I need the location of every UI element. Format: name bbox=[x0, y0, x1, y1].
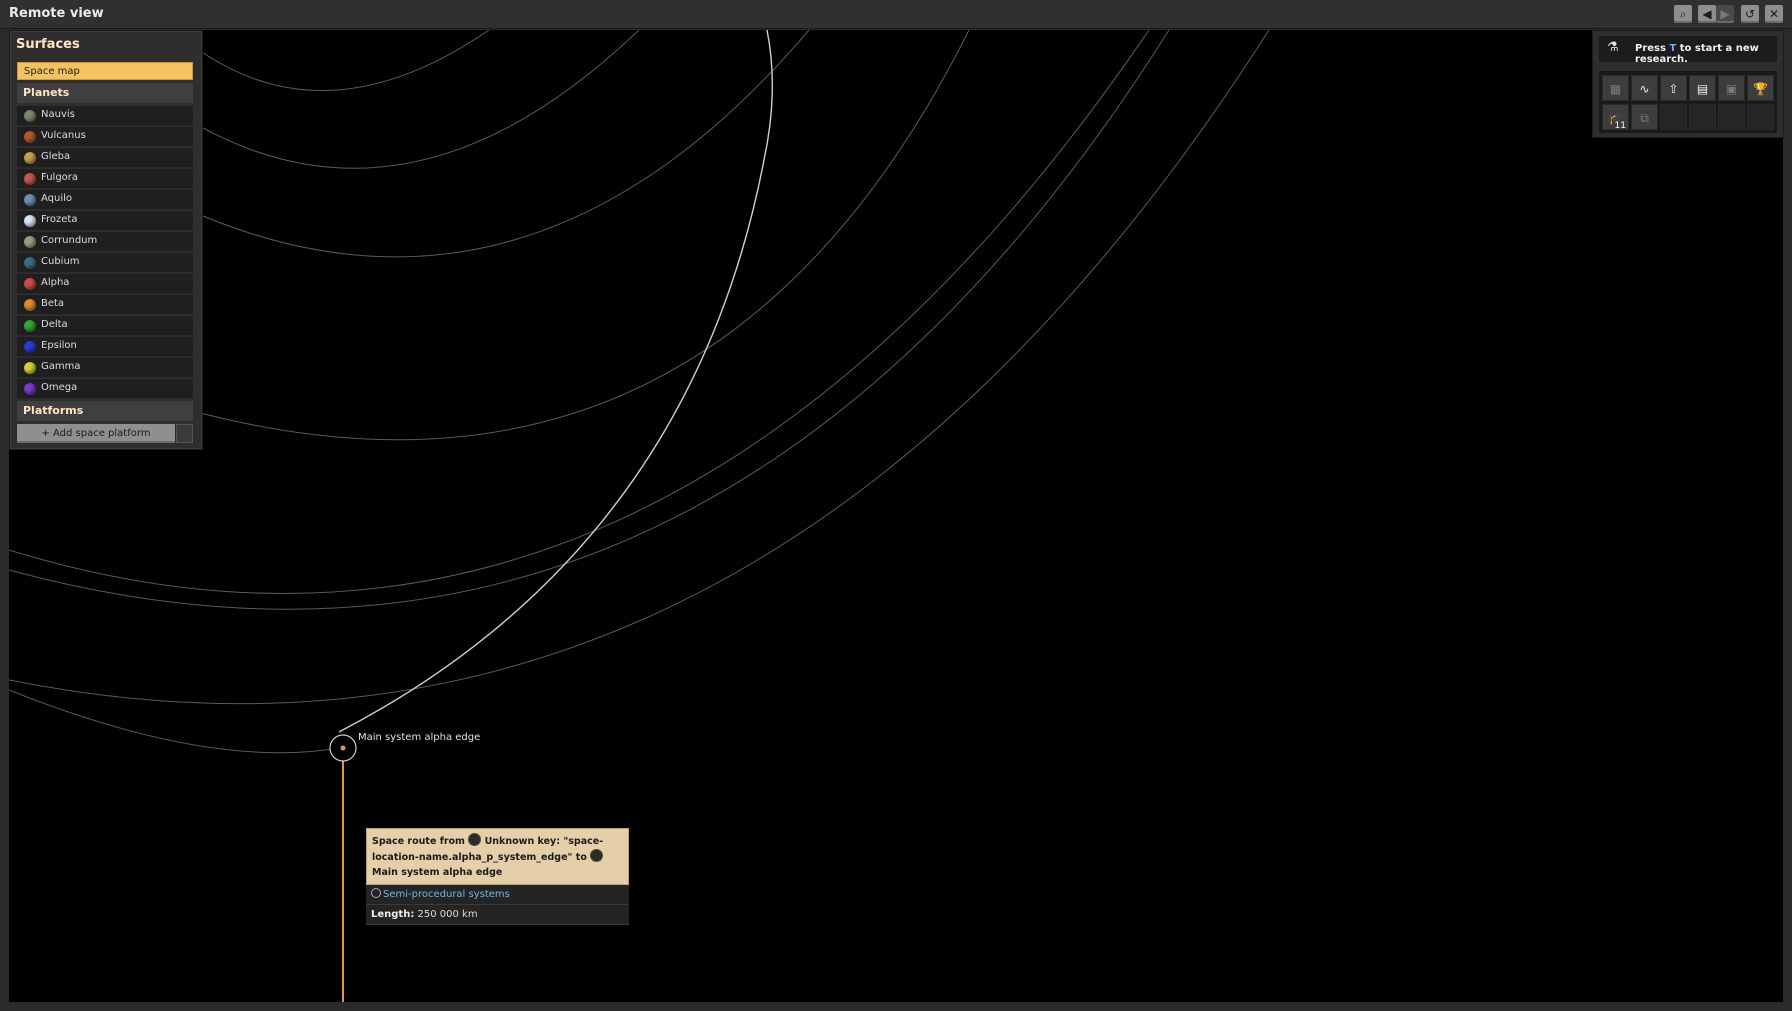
flask-icon: ⚗ bbox=[1607, 40, 1619, 55]
planet-list: Nauvis Vulcanus Gleba Fulgora Aquilo Frozeta C… bbox=[17, 106, 193, 400]
planet-item-nauvis[interactable]: Nauvis bbox=[17, 106, 193, 126]
production-stats-icon[interactable]: ∿ bbox=[1631, 75, 1658, 101]
planet-icon bbox=[24, 152, 36, 164]
planet-name: Gleba bbox=[41, 151, 71, 162]
length-value: 250 000 km bbox=[414, 909, 478, 920]
platforms-header: Platforms bbox=[17, 401, 193, 421]
planet-icon bbox=[24, 257, 36, 269]
search-icon[interactable]: ⌕ bbox=[1674, 5, 1692, 23]
planet-item-epsilon[interactable]: Epsilon bbox=[17, 337, 193, 357]
planet-item-alpha[interactable]: Alpha bbox=[17, 274, 193, 294]
surfaces-title: Surfaces bbox=[16, 37, 80, 52]
empty-slot bbox=[1689, 104, 1716, 130]
planet-item-corrundum[interactable]: Corrundum bbox=[17, 232, 193, 252]
planet-icon bbox=[24, 383, 36, 395]
factory-icon[interactable]: ▦ bbox=[1602, 75, 1629, 101]
planet-item-beta[interactable]: Beta bbox=[17, 295, 193, 315]
orbit-path bbox=[188, 30, 970, 441]
planet-name: Delta bbox=[41, 319, 68, 330]
window-bottom-border bbox=[0, 1003, 1792, 1011]
length-label: Length: bbox=[371, 909, 415, 920]
planet-icon bbox=[24, 278, 36, 290]
route-tooltip: Space route from Unknown key: "space-loc… bbox=[366, 828, 629, 925]
planet-item-gamma[interactable]: Gamma bbox=[17, 358, 193, 378]
technology-icon[interactable]: 🎓 11 bbox=[1602, 104, 1629, 131]
planet-item-delta[interactable]: Delta bbox=[17, 316, 193, 336]
orbit-path bbox=[188, 30, 810, 258]
mod-name: Semi-procedural systems bbox=[383, 889, 510, 900]
planets-header: Planets bbox=[17, 83, 193, 103]
planet-name: Nauvis bbox=[41, 109, 75, 120]
planet-item-omega[interactable]: Omega bbox=[17, 379, 193, 399]
planet-item-frozeta[interactable]: Frozeta bbox=[17, 211, 193, 231]
planet-item-cubium[interactable]: Cubium bbox=[17, 253, 193, 273]
planet-name: Vulcanus bbox=[41, 130, 86, 141]
tooltip-header: Space route from Unknown key: "space-loc… bbox=[366, 828, 629, 885]
space-map-viewport[interactable] bbox=[9, 30, 1783, 1002]
close-icon[interactable]: ✕ bbox=[1765, 5, 1783, 23]
planet-name: Alpha bbox=[41, 277, 70, 288]
planet-item-vulcanus[interactable]: Vulcanus bbox=[17, 127, 193, 147]
planet-item-gleba[interactable]: Gleba bbox=[17, 148, 193, 168]
planet-icon bbox=[24, 320, 36, 332]
platform-options-button[interactable] bbox=[176, 424, 193, 443]
planet-name: Omega bbox=[41, 382, 78, 393]
add-space-platform-button[interactable]: + Add space platform bbox=[17, 424, 175, 443]
planet-item-fulgora[interactable]: Fulgora bbox=[17, 169, 193, 189]
back-icon[interactable]: ◀ bbox=[1698, 5, 1716, 23]
mod-icon bbox=[371, 888, 381, 898]
planet-icon bbox=[24, 110, 36, 122]
location-core bbox=[340, 745, 346, 751]
planet-name: Gamma bbox=[41, 361, 81, 372]
planet-icon bbox=[24, 236, 36, 248]
forward-icon[interactable]: ▶ bbox=[1716, 5, 1734, 23]
empty-slot bbox=[1660, 104, 1687, 130]
orbit-path bbox=[9, 689, 340, 754]
train-icon[interactable]: ▣ bbox=[1718, 75, 1745, 101]
orbit-layer bbox=[9, 30, 1270, 1002]
planet-icon bbox=[24, 131, 36, 143]
orbit-path bbox=[198, 30, 490, 91]
planet-name: Fulgora bbox=[41, 172, 79, 183]
factoriopedia-icon[interactable]: ▤ bbox=[1689, 75, 1716, 101]
route-to: Main system alpha edge bbox=[372, 867, 503, 878]
window-title: Remote view bbox=[9, 6, 104, 21]
tooltip-length-row: Length: 250 000 km bbox=[366, 905, 629, 925]
reset-icon[interactable]: ↺ bbox=[1741, 5, 1759, 23]
planet-name: Corrundum bbox=[41, 235, 98, 246]
empty-slot bbox=[1747, 104, 1774, 130]
research-panel: ⚗ Press T to start a new research. ▦ ∿ ⇧… bbox=[1592, 30, 1784, 138]
window-titlebar: Remote view ⌕ ◀ ▶ ↺ ✕ bbox=[0, 0, 1792, 29]
planet-icon bbox=[24, 299, 36, 311]
planet-name: Beta bbox=[41, 298, 65, 309]
planet-icon bbox=[24, 194, 36, 206]
tooltip-mod-row: Semi-procedural systems bbox=[366, 885, 629, 905]
planet-icon bbox=[24, 362, 36, 374]
achievements-icon[interactable]: 🏆 bbox=[1747, 75, 1774, 101]
blueprint-icon[interactable]: ⧉ bbox=[1631, 104, 1658, 130]
tech-badge: 11 bbox=[1614, 121, 1626, 131]
empty-slot bbox=[1718, 104, 1745, 130]
planet-name: Frozeta bbox=[41, 214, 78, 225]
research-prompt-text: Press T to start a new research. bbox=[1635, 43, 1759, 65]
planet-name: Aquilo bbox=[41, 193, 73, 204]
planet-icon bbox=[24, 341, 36, 353]
planet-name: Cubium bbox=[41, 256, 80, 267]
planet-icon bbox=[24, 215, 36, 227]
logistics-icon[interactable]: ⇧ bbox=[1660, 75, 1687, 101]
location-label[interactable]: Main system alpha edge bbox=[358, 732, 480, 743]
planet-icon bbox=[24, 173, 36, 185]
planet-item-aquilo[interactable]: Aquilo bbox=[17, 190, 193, 210]
research-prompt[interactable]: ⚗ Press T to start a new research. bbox=[1599, 36, 1777, 65]
planet-name: Epsilon bbox=[41, 340, 77, 351]
route-arc bbox=[338, 30, 774, 733]
space-map-button[interactable]: Space map bbox=[17, 62, 193, 80]
location-icon bbox=[468, 833, 482, 846]
location-icon bbox=[590, 849, 604, 862]
orbit-path bbox=[188, 30, 640, 169]
surfaces-panel: Surfaces Space map Planets Nauvis Vulcanu… bbox=[9, 30, 203, 450]
shortcut-grid: ▦ ∿ ⇧ ▤ ▣ 🏆 🎓 11 ⧉ bbox=[1599, 71, 1777, 133]
